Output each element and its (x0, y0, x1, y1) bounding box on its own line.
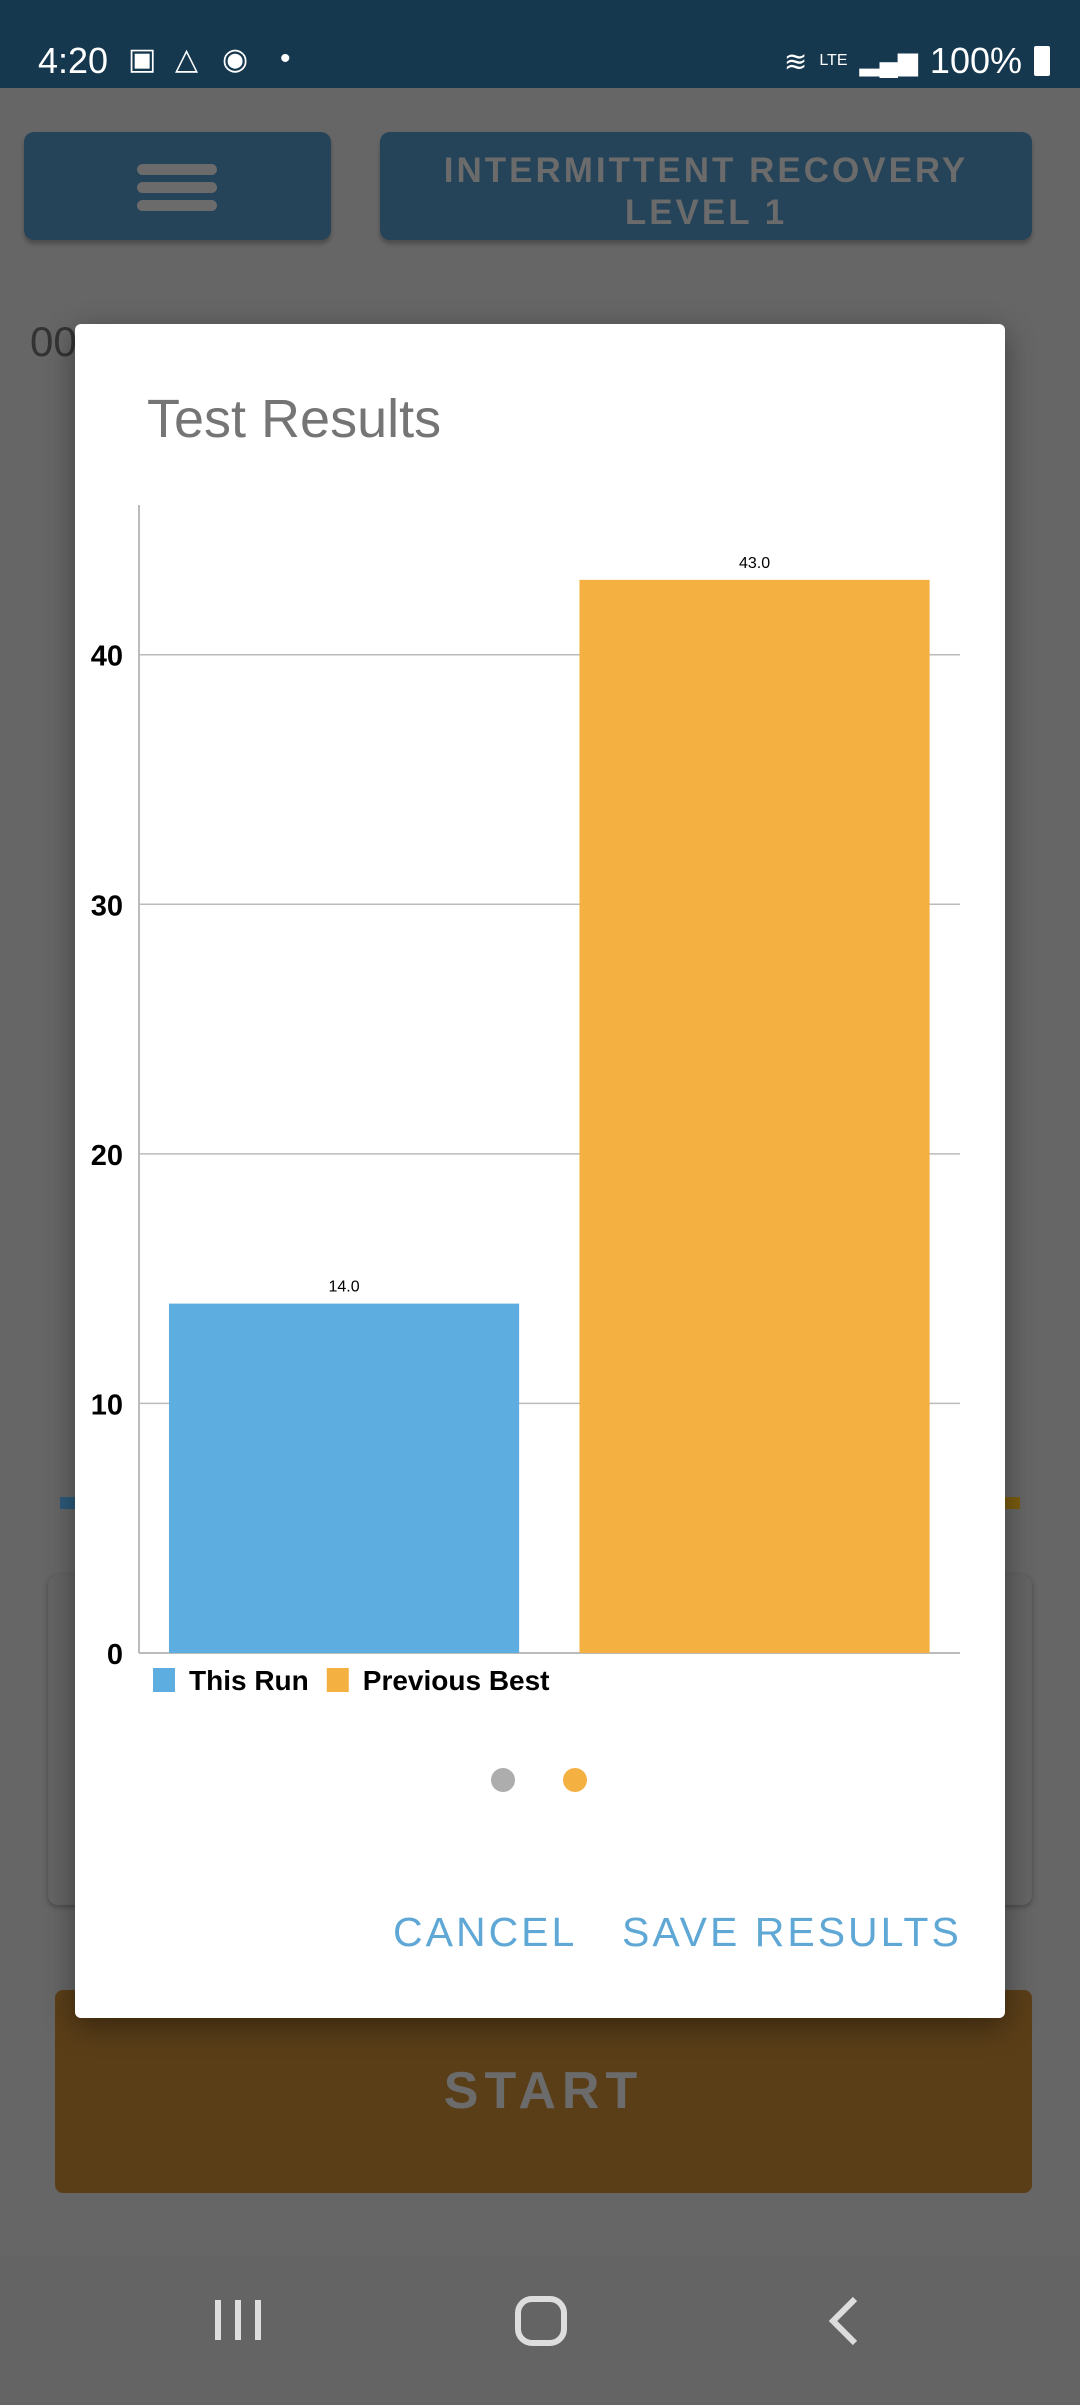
status-bar: 4:20 ▣ △ ◉ • ≋ LTE ▂▄▆ 100% (0, 0, 1080, 88)
results-chart: 0 10 20 30 40 14.0 43.0 This Run Previous Best (91, 505, 960, 1696)
wifi-icon: ≋ (783, 45, 808, 77)
y-tick-label: 10 (91, 1389, 123, 1421)
bar-2 (579, 579, 930, 1653)
signal-icon: ▂▄▆ (859, 45, 918, 76)
bar-1 (168, 1303, 520, 1653)
menu-button[interactable] (24, 132, 331, 240)
pager-dot-2[interactable] (563, 1768, 587, 1792)
y-tick-label: 30 (91, 890, 123, 922)
mode-line2: LEVEL 1 (624, 193, 788, 232)
test-results-dialog: Test Results 0 10 20 30 40 14.0 43.0 This Run Pr… (75, 324, 1005, 2018)
messenger-icon: ◉ (222, 43, 249, 76)
clock: 4:20 (38, 40, 109, 81)
gallery-icon: ▣ (128, 43, 157, 76)
timer-text: 00 (30, 318, 77, 365)
home-icon[interactable] (515, 2296, 567, 2346)
dot-icon: • (280, 42, 291, 75)
start-button[interactable]: START (55, 1990, 1032, 2193)
data-label: 14.0 (328, 1279, 359, 1296)
y-tick-label: 40 (91, 641, 123, 673)
y-tick-label: 0 (107, 1639, 123, 1671)
y-tick-label: 20 (91, 1140, 123, 1172)
legend-swatch (153, 1668, 175, 1692)
data-label: 43.0 (739, 555, 770, 572)
network-type: LTE (819, 52, 848, 69)
legend-label: This Run (189, 1665, 309, 1696)
save-results-button[interactable]: SAVE RESULTS (622, 1909, 962, 1956)
cancel-button[interactable]: CANCEL (393, 1909, 577, 1956)
battery-level: 100% (929, 40, 1022, 81)
navigation-bar (0, 2255, 1080, 2400)
back-icon[interactable] (828, 2296, 858, 2346)
pager-dot-1[interactable] (491, 1768, 515, 1792)
drive-icon: △ (175, 43, 199, 76)
mode-line1: INTERMITTENT RECOVERY (443, 151, 969, 190)
recent-apps-icon[interactable] (215, 2300, 261, 2340)
battery-icon (1034, 46, 1050, 76)
legend-swatch (326, 1668, 349, 1692)
mode-button[interactable]: INTERMITTENT RECOVERY LEVEL 1 (380, 132, 1032, 240)
legend-label: Previous Best (363, 1665, 550, 1696)
